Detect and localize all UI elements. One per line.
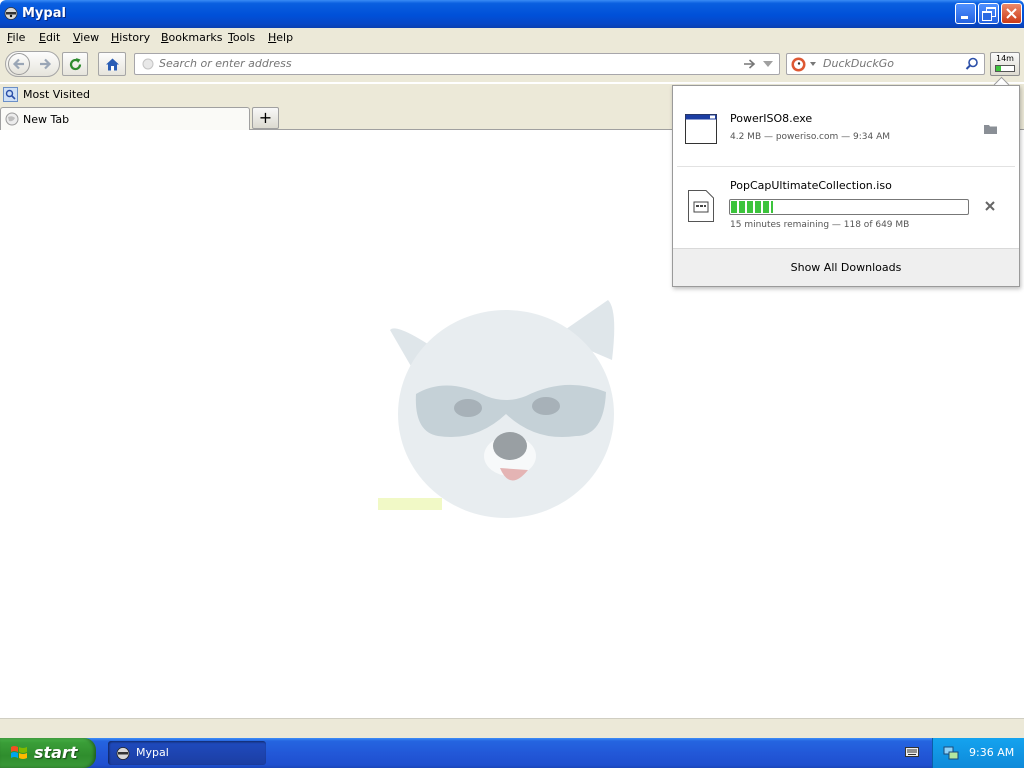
iso-file-icon — [688, 190, 714, 222]
download-status: 4.2 MB — poweriso.com — 9:34 AM — [730, 132, 890, 142]
page-identity-icon — [142, 58, 154, 70]
window-title: Mypal — [22, 6, 66, 21]
search-bar[interactable] — [786, 53, 985, 75]
tab-new-tab[interactable]: New Tab — [0, 107, 250, 130]
go-arrow-icon[interactable] — [743, 58, 756, 70]
download-status: 15 minutes remaining — 118 of 649 MB — [730, 220, 910, 230]
back-forward-group — [5, 51, 60, 77]
reload-icon — [69, 58, 82, 71]
downloads-button[interactable]: 14m — [990, 52, 1020, 76]
menu-bookmarks[interactable]: Bookmarks — [161, 31, 222, 44]
download-progress-fill — [731, 201, 773, 213]
download-separator — [677, 166, 1015, 167]
reload-button[interactable] — [62, 52, 88, 76]
engine-dropdown-icon[interactable] — [810, 62, 816, 66]
taskbar-item-label: Mypal — [136, 746, 169, 759]
home-button[interactable] — [98, 52, 126, 76]
globe-icon — [5, 112, 19, 126]
menu-help[interactable]: Help — [268, 31, 293, 44]
status-bar — [0, 718, 1024, 738]
download-filename: PopCapUltimateCollection.iso — [730, 179, 892, 192]
start-button[interactable]: start — [0, 738, 96, 768]
network-icon[interactable] — [943, 745, 959, 761]
raccoon-logo — [378, 300, 615, 518]
show-all-downloads-button[interactable]: Show All Downloads — [673, 261, 1019, 274]
clock[interactable]: 9:36 AM — [969, 746, 1014, 759]
open-folder-icon[interactable] — [984, 124, 997, 134]
cancel-download-icon[interactable] — [985, 201, 995, 211]
history-dropdown-icon[interactable] — [763, 61, 773, 67]
downloads-time-badge: 14m — [996, 54, 1014, 63]
back-arrow-icon — [12, 58, 24, 70]
address-input[interactable] — [159, 57, 719, 70]
exe-file-icon — [685, 114, 717, 144]
most-visited-label: Most Visited — [23, 88, 90, 101]
close-icon — [1006, 8, 1017, 19]
raccoon-app-icon[interactable] — [4, 6, 18, 20]
duckduckgo-engine-icon[interactable] — [791, 57, 806, 72]
windows-logo-icon — [11, 746, 27, 759]
system-tray: 9:36 AM — [932, 738, 1024, 768]
menu-file[interactable]: File — [7, 31, 25, 44]
minimize-icon — [961, 16, 968, 19]
download-filename: PowerISO8.exe — [730, 112, 813, 125]
taskbar-item-mypal[interactable]: Mypal — [108, 741, 266, 765]
plus-icon: + — [258, 108, 273, 127]
restore-button[interactable] — [978, 3, 999, 24]
address-bar[interactable] — [134, 53, 780, 75]
menu-view[interactable]: View — [73, 31, 99, 44]
keyboard-icon[interactable] — [905, 746, 919, 758]
downloads-progress-indicator — [995, 65, 1015, 72]
menu-edit[interactable]: Edit — [39, 31, 60, 44]
menu-history[interactable]: History — [111, 31, 150, 44]
close-button[interactable] — [1001, 3, 1022, 24]
search-icon[interactable] — [965, 57, 979, 71]
downloads-footer: Show All Downloads — [673, 248, 1019, 286]
new-tab-button[interactable]: + — [252, 107, 279, 129]
download-progress-bar — [729, 199, 969, 215]
menu-tools[interactable]: Tools — [228, 31, 255, 44]
back-button[interactable] — [8, 53, 30, 75]
search-input[interactable] — [823, 57, 958, 70]
menu-bar: File Edit View History Bookmarks Tools H… — [0, 28, 1024, 48]
download-item-poweriso[interactable]: PowerISO8.exe 4.2 MB — poweriso.com — 9:… — [676, 98, 1016, 162]
forward-arrow-icon[interactable] — [38, 57, 52, 71]
home-icon — [106, 58, 119, 71]
raccoon-app-icon — [116, 747, 130, 760]
title-bar[interactable] — [0, 0, 1024, 28]
most-visited-icon — [3, 87, 18, 102]
tab-label: New Tab — [23, 113, 70, 126]
start-label: start — [34, 743, 78, 762]
minimize-button[interactable] — [955, 3, 976, 24]
